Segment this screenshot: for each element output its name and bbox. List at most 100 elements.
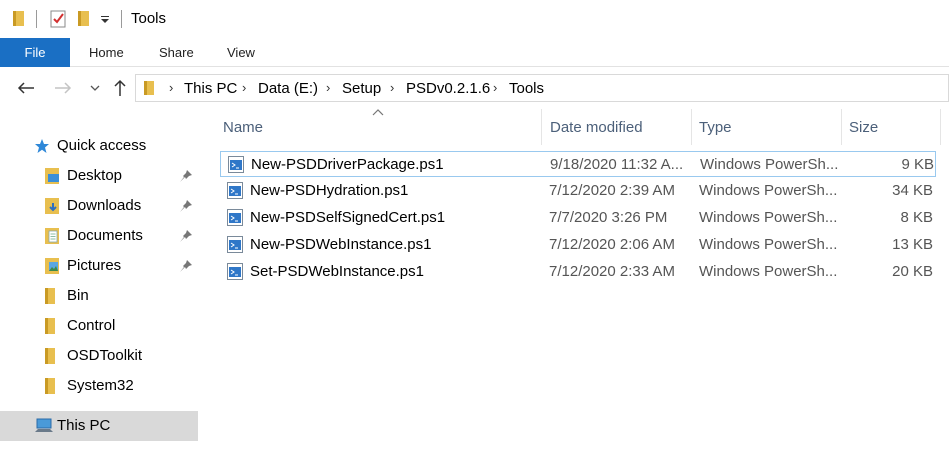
file-date-modified: 7/12/2020 2:06 AM [549,236,675,253]
tab-file[interactable]: File [0,38,70,67]
file-size: 8 KB [900,209,933,226]
file-name: New-PSDHydration.ps1 [250,182,409,199]
tab-view[interactable]: View [227,38,255,67]
tab-share[interactable]: Share [159,38,194,67]
window-title: Tools [131,10,167,27]
file-date-modified: 7/12/2020 2:33 AM [549,263,675,280]
file-type: Windows PowerSh... [699,209,838,226]
ribbon-tabs: File Home Share View [0,38,949,67]
pin-icon[interactable] [179,199,193,213]
file-date-modified: 7/12/2020 2:39 AM [549,182,675,199]
computer-icon [35,418,53,432]
file-date-modified: 9/18/2020 11:32 A... [550,156,684,173]
file-row[interactable]: Set-PSDWebInstance.ps1 7/12/2020 2:33 AM… [220,259,936,285]
downloads-folder-icon [45,198,59,214]
file-size: 34 KB [892,182,933,199]
file-type: Windows PowerSh... [699,182,838,199]
folder-icon [144,81,154,95]
chevron-right-icon[interactable]: › [326,80,330,95]
pin-icon[interactable] [179,229,193,243]
documents-folder-icon [45,228,59,244]
chevron-right-icon[interactable]: › [493,80,497,95]
file-size: 13 KB [892,236,933,253]
sidebar-item-downloads[interactable]: Downloads [0,192,198,220]
sidebar-item-pictures[interactable]: Pictures [0,252,198,280]
new-folder-icon[interactable] [78,11,89,26]
column-divider[interactable] [691,109,692,145]
folder-icon [45,378,55,394]
breadcrumb-data-drive[interactable]: Data (E:) [258,80,318,97]
sidebar-item-this-pc[interactable]: This PC [0,411,198,441]
sidebar-item-label: This PC [57,417,111,434]
recent-locations-button[interactable] [84,77,106,99]
customize-toolbar-dropdown-icon[interactable] [99,12,111,26]
powershell-script-icon [227,182,243,199]
desktop-folder-icon [45,168,59,184]
file-size: 9 KB [901,156,934,173]
sidebar-item-label: OSDToolkit [67,347,143,364]
sidebar-item-control[interactable]: Control [0,312,198,340]
tab-home[interactable]: Home [89,38,124,67]
file-type: Windows PowerSh... [699,236,838,253]
file-row[interactable]: New-PSDSelfSignedCert.ps1 7/7/2020 3:26 … [220,205,936,231]
chevron-right-icon[interactable]: › [390,80,394,95]
chevron-right-icon[interactable]: › [242,80,246,95]
pictures-folder-icon [45,258,59,274]
toolbar-separator [36,10,37,28]
sidebar-item-osdtoolkit[interactable]: OSDToolkit [0,342,198,370]
powershell-script-icon [228,156,244,173]
sidebar-item-quick-access[interactable]: Quick access [0,132,198,160]
file-name: Set-PSDWebInstance.ps1 [250,263,424,280]
file-type: Windows PowerSh... [699,263,838,280]
sidebar-item-documents[interactable]: Documents [0,222,198,250]
title-bar: Tools [0,0,949,38]
chevron-right-icon[interactable]: › [169,80,173,95]
folder-icon[interactable] [13,11,24,26]
column-divider[interactable] [940,109,941,145]
breadcrumb-tools[interactable]: Tools [509,80,544,97]
file-size: 20 KB [892,263,933,280]
back-button[interactable] [15,77,37,99]
column-header-date-modified[interactable]: Date modified [550,119,643,136]
breadcrumb-setup[interactable]: Setup [342,80,381,97]
column-headers: Name Date modified Type Size [200,109,949,145]
sidebar-item-label: Bin [67,287,89,304]
sidebar-item-bin[interactable]: Bin [0,282,198,310]
up-arrow-icon [114,79,126,96]
toolbar-separator [121,10,122,28]
forward-button[interactable] [52,77,74,99]
powershell-script-icon [227,263,243,280]
sidebar-item-label: Desktop [67,167,123,184]
column-divider[interactable] [541,109,542,145]
navigation-pane-divider[interactable] [198,109,200,453]
up-button[interactable] [109,77,131,99]
file-name: New-PSDWebInstance.ps1 [250,236,432,253]
pin-icon[interactable] [179,259,193,273]
address-bar[interactable]: › This PC › Data (E:) › Setup › PSDv0.2.… [135,74,949,102]
powershell-script-icon [227,209,243,226]
file-row[interactable]: New-PSDHydration.ps1 7/12/2020 2:39 AM W… [220,178,936,204]
column-divider[interactable] [841,109,842,145]
column-header-name[interactable]: Name [223,119,263,136]
column-header-type[interactable]: Type [699,119,732,136]
breadcrumb-psd-version[interactable]: PSDv0.2.1.6 [406,80,490,97]
folder-icon [45,348,55,364]
sidebar-item-system32[interactable]: System32 [0,372,198,400]
back-arrow-icon [17,82,34,94]
column-header-size[interactable]: Size [849,119,878,136]
file-type: Windows PowerSh... [700,156,839,173]
pin-icon[interactable] [179,169,193,183]
folder-icon [45,318,55,334]
powershell-script-icon [227,236,243,253]
sidebar-item-label: Downloads [67,197,142,214]
sidebar-item-label: Quick access [57,137,147,154]
navigation-pane: Quick access Desktop Downloads Documents [0,109,200,453]
chevron-down-icon [90,85,100,91]
file-row[interactable]: New-PSDWebInstance.ps1 7/12/2020 2:06 AM… [220,232,936,258]
properties-check-icon[interactable] [50,10,66,28]
sort-ascending-icon [372,109,384,116]
sidebar-item-desktop[interactable]: Desktop [0,162,198,190]
folder-icon [45,288,55,304]
breadcrumb-this-pc[interactable]: This PC [184,80,237,97]
file-row[interactable]: New-PSDDriverPackage.ps1 9/18/2020 11:32… [220,151,936,177]
